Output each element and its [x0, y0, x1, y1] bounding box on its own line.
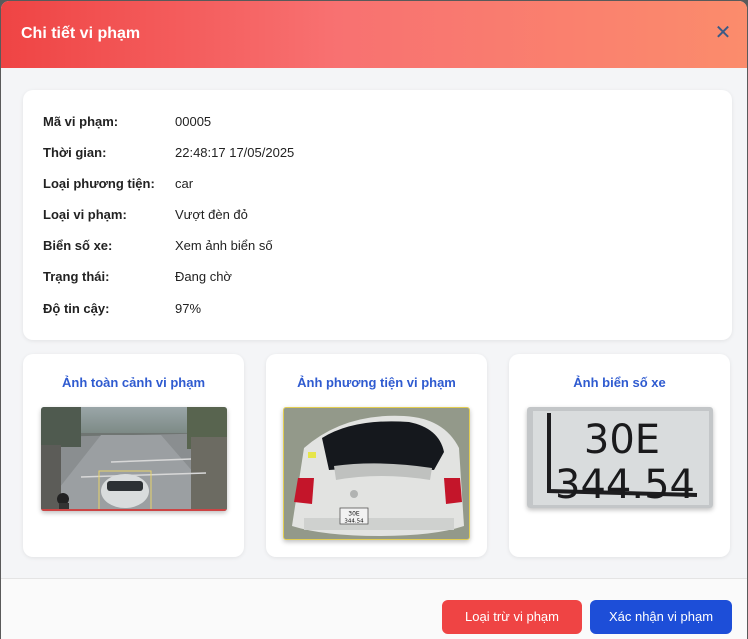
small-plate-line1: 30E: [348, 511, 360, 518]
plate-photo[interactable]: 30E 344.54: [527, 407, 713, 508]
vehicle-image-card: Ảnh phương tiện vi phạm 30E 344.54: [266, 354, 487, 557]
detail-label: Loại vi phạm:: [43, 207, 127, 222]
detail-label: Thời gian:: [43, 145, 107, 160]
detail-label: Độ tin cậy:: [43, 301, 110, 316]
detail-value: car: [175, 176, 194, 191]
detail-value: 97%: [175, 301, 202, 316]
close-icon[interactable]: ✕: [713, 23, 733, 43]
exclude-violation-button[interactable]: Loại trừ vi phạm: [442, 600, 582, 634]
confirm-violation-button[interactable]: Xác nhận vi phạm: [590, 600, 732, 634]
detail-value: Xem ảnh biển số: [175, 238, 273, 253]
vehicle-photo[interactable]: 30E 344.54: [283, 407, 470, 540]
overview-image-card: Ảnh toàn cảnh vi phạm: [23, 354, 244, 557]
vehicle-image-title: Ảnh phương tiện vi phạm: [297, 375, 456, 390]
dialog-footer: Loại trừ vi phạm Xác nhận vi phạm: [1, 578, 747, 639]
detail-label: Biển số xe:: [43, 238, 113, 253]
detail-label: Mã vi phạm:: [43, 114, 119, 129]
details-card: Mã vi phạm: 00005 Thời gian: 22:48:17 17…: [23, 90, 732, 340]
plate-line2: 344.54: [555, 462, 695, 508]
detail-value: Đang chờ: [175, 269, 232, 284]
detail-value: 22:48:17 17/05/2025: [175, 145, 295, 160]
plate-line1: 30E: [584, 417, 660, 463]
violation-detail-dialog: Chi tiết vi phạm ✕ Mã vi phạm: 00005 Thờ…: [1, 1, 747, 639]
detail-value: Vượt đèn đỏ: [175, 207, 248, 222]
small-plate-line2: 344.54: [344, 519, 364, 525]
overview-photo[interactable]: [41, 407, 227, 511]
detail-value: 00005: [175, 114, 212, 129]
dialog-title: Chi tiết vi phạm: [21, 25, 141, 42]
detail-label: Loại phương tiện:: [43, 176, 155, 191]
dialog-header: Chi tiết vi phạm ✕: [1, 1, 747, 68]
plate-image-card: Ảnh biển số xe 30E 344.54: [509, 354, 730, 557]
plate-image-title: Ảnh biển số xe: [573, 375, 666, 390]
overview-image-title: Ảnh toàn cảnh vi phạm: [61, 375, 205, 390]
detail-label: Trạng thái:: [43, 269, 110, 284]
